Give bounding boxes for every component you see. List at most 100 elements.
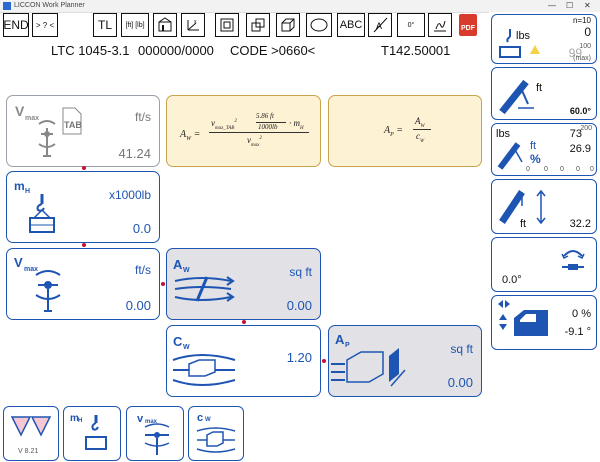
pdf-icon: PDF [459, 14, 477, 36]
radius-card[interactable]: ft 60.0° [491, 67, 597, 120]
vmax-unit: ft/s [134, 263, 151, 277]
vertical-tilt-icon [499, 314, 507, 330]
radius-unit: ft [536, 82, 543, 94]
ellipse-icon [310, 18, 328, 32]
minimize-button[interactable]: — [548, 0, 556, 12]
overlap-icon [251, 18, 265, 32]
ap-card[interactable]: A P sq ft 0.00 [328, 325, 482, 397]
cw-shortcut-sub: W [205, 417, 211, 423]
angle-button[interactable]: 0° [397, 13, 425, 37]
svg-text:A: A [376, 21, 382, 31]
formula-aw-factor-num: 5.86 ft [256, 112, 274, 120]
util-top-max: 200 [580, 125, 592, 132]
load-unit: lbs [516, 30, 531, 42]
height-value: 32.2 [569, 218, 591, 230]
tl-button[interactable]: TL [93, 13, 117, 37]
mh-shortcut-button[interactable]: m H [63, 406, 121, 461]
pen-button[interactable]: A [368, 13, 392, 37]
util-scale-0: 0 [526, 166, 530, 173]
text-button[interactable]: ABC [337, 13, 365, 37]
frame-icon [220, 18, 234, 32]
svg-text:x: x [194, 19, 197, 25]
vmax-tab-unit: ft/s [134, 110, 151, 124]
formula-ap-bar [413, 129, 431, 130]
formula-aw-denominator: vmax2 [247, 135, 262, 148]
close-button[interactable]: ✕ [584, 0, 591, 12]
svg-text:V: V [15, 103, 25, 119]
tab-label: TAB [64, 120, 82, 130]
axes-button[interactable]: x [181, 13, 205, 37]
overlap-button[interactable] [246, 13, 270, 37]
vmax-shortcut-button[interactable]: v max [126, 406, 184, 461]
svg-text:C: C [173, 334, 183, 349]
connector-dot [161, 282, 165, 286]
connector-dot [242, 320, 246, 324]
mh-card[interactable]: m H x1000lb 0.0 [6, 171, 160, 243]
code-label: CODE >0660< [230, 43, 316, 58]
aw-card[interactable]: A W sq ft 0.00 [166, 248, 321, 320]
ellipse-button[interactable] [306, 13, 332, 37]
table-label: T142.50001 [381, 43, 451, 58]
util-scale-2: 0 [560, 166, 564, 173]
svg-text:A: A [335, 332, 345, 347]
slew-card[interactable]: 0.0° [491, 237, 597, 292]
cw-shortcut-button[interactable]: c W [188, 406, 244, 461]
drag-coefficient-icon [196, 427, 236, 453]
svg-text:P: P [345, 342, 350, 349]
vmax-wind-icon: V max [14, 255, 61, 312]
drag-coefficient-icon: C W [172, 334, 236, 386]
svg-text:A: A [173, 257, 183, 272]
cw-card[interactable]: C W 1.20 [166, 325, 321, 397]
warning-icon [530, 45, 540, 54]
vmax-wind-icon: V max [15, 103, 82, 157]
pen-icon: A [373, 17, 388, 33]
maximize-button[interactable]: ☐ [566, 0, 573, 12]
util-unit-ft: ft [530, 140, 537, 152]
mh-unit: x1000lb [108, 188, 151, 202]
formula-ap-card: AP = AW cW [328, 95, 482, 167]
formula-aw-lhs: AW = [180, 129, 201, 142]
vmax-tab-value: 41.24 [118, 146, 151, 161]
cube-icon [281, 18, 295, 32]
mh-value: 0.0 [132, 221, 151, 236]
slew-value: 0.0° [502, 274, 522, 286]
angle-label: 0° [407, 21, 415, 29]
cab-icon [514, 310, 548, 336]
util-unit-pct: % [530, 152, 541, 166]
svg-text:H: H [25, 188, 30, 195]
util-scale-3: 0 [576, 166, 580, 173]
cw-shortcut-label: c [197, 412, 204, 424]
load-status-card[interactable]: lbs n=10 0 99 100 (max) [491, 14, 597, 64]
vmax-tab-card[interactable]: V max TAB ft/s 41.24 [6, 95, 160, 167]
crane-config-button[interactable] [153, 13, 177, 37]
formula-ap-lhs: AP = [384, 125, 404, 138]
formula-ap-denominator: cW [416, 131, 425, 144]
projected-area-icon: A P [331, 332, 406, 387]
level-card[interactable]: 0 % -9.1 ° [491, 295, 597, 350]
formula-aw-bar [209, 132, 309, 133]
utilization-card[interactable]: lbs ft % 73 200 26.9 0 0 0 0 0 [491, 123, 597, 176]
model-label: LTC 1045-3.1 [51, 43, 130, 58]
pdf-button[interactable]: PDF [456, 13, 480, 37]
height-card[interactable]: ft 32.2 [491, 179, 597, 234]
cw-value: 1.20 [286, 350, 312, 365]
height-arrow-icon [536, 189, 546, 225]
level-pct: 0 % [572, 308, 591, 320]
collapse-button[interactable]: V 8.21 [3, 406, 59, 461]
vmax-card[interactable]: V max ft/s 0.00 [6, 248, 160, 320]
end-button[interactable]: END [3, 13, 29, 37]
svg-text:m: m [14, 179, 25, 193]
frame-button[interactable] [215, 13, 239, 37]
nav-button[interactable]: > ? < [32, 13, 58, 37]
units-button[interactable]: [ft] [lb] [121, 13, 149, 37]
svg-text:V: V [14, 255, 23, 270]
formula-aw-card: AW = vmax_TAB2 5.86 ft 1000lb · mH vmax2 [166, 95, 321, 167]
box-button[interactable] [276, 13, 300, 37]
load-limit: 100 [579, 43, 591, 50]
sign-button[interactable] [428, 13, 452, 37]
load-capacity-max: (max) [573, 55, 591, 62]
window-title: LICCON Work Planner [14, 2, 85, 9]
load-n-label: n=10 [572, 16, 591, 25]
util-mid-value: 26.9 [569, 143, 591, 155]
crane-house-icon [158, 17, 172, 32]
